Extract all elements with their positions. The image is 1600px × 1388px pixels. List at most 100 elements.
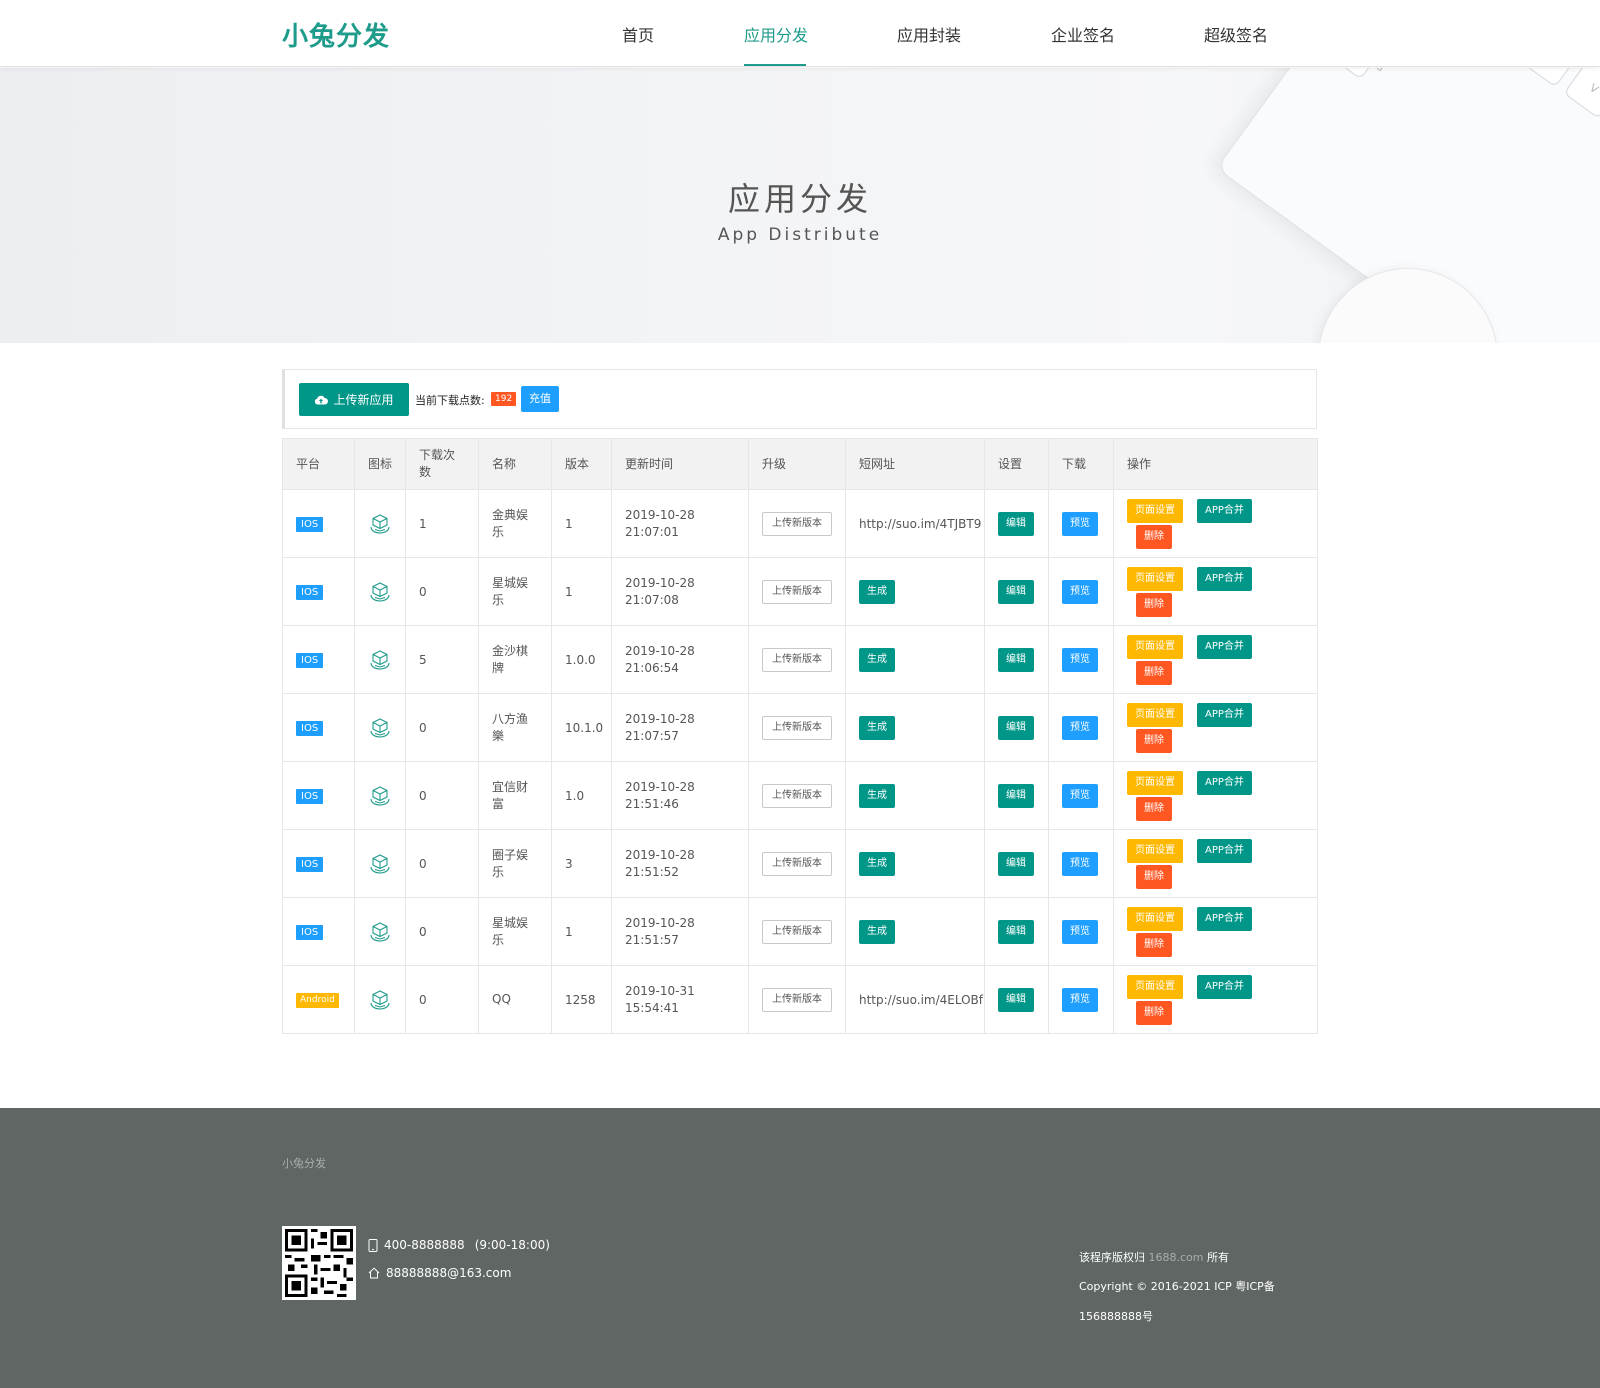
- edit-button[interactable]: 编辑: [998, 987, 1034, 1012]
- icon-cell: [354, 897, 406, 966]
- delete-button[interactable]: 删除: [1136, 1000, 1172, 1025]
- contact-phone: 400-8888888 (9:00-18:00): [368, 1238, 550, 1252]
- app-merge-button[interactable]: APP合并: [1197, 906, 1252, 931]
- edit-button[interactable]: 编辑: [998, 511, 1034, 536]
- actions-group: 页面设置 APP合并 删除: [1127, 831, 1317, 897]
- app-version: 3: [551, 829, 612, 898]
- edit-button[interactable]: 编辑: [998, 579, 1034, 604]
- app-version: 1.0: [551, 761, 612, 830]
- upload-new-version-button[interactable]: 上传新版本: [762, 919, 832, 944]
- contact-email: 88888888@163.com: [368, 1266, 511, 1280]
- edit-button[interactable]: 编辑: [998, 647, 1034, 672]
- upload-new-version-button[interactable]: 上传新版本: [762, 511, 832, 536]
- recharge-button[interactable]: 充值: [521, 386, 559, 412]
- page-settings-button[interactable]: 页面设置: [1127, 498, 1183, 523]
- page-settings-button[interactable]: 页面设置: [1127, 634, 1183, 659]
- footer-brand: 小兔分发: [282, 1157, 326, 1170]
- settings-cell: 编辑: [984, 693, 1049, 762]
- platform-badge: IOS: [296, 788, 324, 804]
- short-url-cell: 生成: [845, 829, 985, 898]
- nav-super-sign[interactable]: 超级签名: [1204, 22, 1268, 46]
- preview-button[interactable]: 预览: [1062, 715, 1098, 740]
- key-v: V: [1563, 68, 1600, 120]
- delete-button[interactable]: 删除: [1136, 796, 1172, 821]
- short-url-cell: 生成: [845, 897, 985, 966]
- download-cell: 预览: [1048, 625, 1114, 694]
- copyright-line-1: 该程序版权归 1688.com 所有: [1079, 1249, 1229, 1265]
- app-version: 1258: [551, 965, 612, 1034]
- nav-app-distribute[interactable]: 应用分发: [744, 22, 808, 46]
- page-settings-button[interactable]: 页面设置: [1127, 566, 1183, 591]
- upload-new-version-button[interactable]: 上传新版本: [762, 851, 832, 876]
- preview-button[interactable]: 预览: [1062, 851, 1098, 876]
- upload-new-version-button[interactable]: 上传新版本: [762, 579, 832, 604]
- edit-button[interactable]: 编辑: [998, 783, 1034, 808]
- upload-new-version-button[interactable]: 上传新版本: [762, 715, 832, 740]
- page-settings-button[interactable]: 页面设置: [1127, 906, 1183, 931]
- upload-app-button[interactable]: 上传新应用: [299, 383, 409, 416]
- qr-code: [282, 1226, 356, 1300]
- nav-app-package[interactable]: 应用封装: [897, 22, 961, 46]
- edit-button[interactable]: 编辑: [998, 851, 1034, 876]
- generate-button[interactable]: 生成: [859, 579, 895, 604]
- home-icon: [368, 1267, 380, 1279]
- app-version: 1.0.0: [551, 625, 612, 694]
- generate-button[interactable]: 生成: [859, 715, 895, 740]
- table-row: IOS 0 宜信财富 1.0 2019-10-28 21:51:46 上传新版本 生成 编辑 预览…: [282, 761, 1318, 830]
- app-package-icon: [370, 581, 390, 602]
- email-address[interactable]: 88888888@163.com: [386, 1266, 511, 1280]
- download-cell: 预览: [1048, 897, 1114, 966]
- nav-home[interactable]: 首页: [622, 22, 654, 46]
- upgrade-cell: 上传新版本: [748, 489, 846, 558]
- page-settings-button[interactable]: 页面设置: [1127, 838, 1183, 863]
- download-cell: 预览: [1048, 489, 1114, 558]
- app-merge-button[interactable]: APP合并: [1197, 770, 1252, 795]
- copyright-domain[interactable]: 1688.com: [1149, 1251, 1204, 1264]
- app-merge-button[interactable]: APP合并: [1197, 566, 1252, 591]
- app-merge-button[interactable]: APP合并: [1197, 634, 1252, 659]
- page-settings-button[interactable]: 页面设置: [1127, 770, 1183, 795]
- preview-button[interactable]: 预览: [1062, 987, 1098, 1012]
- upload-new-version-button[interactable]: 上传新版本: [762, 783, 832, 808]
- app-merge-button[interactable]: APP合并: [1197, 838, 1252, 863]
- header-version: 版本: [551, 438, 612, 490]
- app-name: 宜信财富: [478, 761, 552, 830]
- page-settings-button[interactable]: 页面设置: [1127, 974, 1183, 999]
- platform-cell: IOS: [282, 557, 355, 626]
- upload-new-version-button[interactable]: 上传新版本: [762, 987, 832, 1012]
- app-merge-button[interactable]: APP合并: [1197, 974, 1252, 999]
- update-time: 2019-10-31 15:54:41: [611, 965, 749, 1034]
- site-logo[interactable]: 小兔分发: [282, 16, 390, 53]
- generate-button[interactable]: 生成: [859, 647, 895, 672]
- app-merge-button[interactable]: APP合并: [1197, 498, 1252, 523]
- edit-button[interactable]: 编辑: [998, 715, 1034, 740]
- delete-button[interactable]: 删除: [1136, 728, 1172, 753]
- generate-button[interactable]: 生成: [859, 783, 895, 808]
- app-merge-button[interactable]: APP合并: [1197, 702, 1252, 727]
- generate-button[interactable]: 生成: [859, 851, 895, 876]
- platform-badge: Android: [296, 993, 339, 1008]
- preview-button[interactable]: 预览: [1062, 511, 1098, 536]
- preview-button[interactable]: 预览: [1062, 647, 1098, 672]
- delete-button[interactable]: 删除: [1136, 932, 1172, 957]
- download-count: 1: [405, 489, 479, 558]
- delete-button[interactable]: 删除: [1136, 592, 1172, 617]
- preview-button[interactable]: 预览: [1062, 783, 1098, 808]
- generate-button[interactable]: 生成: [859, 919, 895, 944]
- service-hours: (9:00-18:00): [474, 1238, 550, 1252]
- nav-enterprise-sign[interactable]: 企业签名: [1051, 22, 1115, 46]
- app-version: 10.1.0: [551, 693, 612, 762]
- copyright-owner-suffix: 所有: [1206, 1251, 1229, 1264]
- edit-button[interactable]: 编辑: [998, 919, 1034, 944]
- platform-cell: IOS: [282, 489, 355, 558]
- delete-button[interactable]: 删除: [1136, 660, 1172, 685]
- preview-button[interactable]: 预览: [1062, 919, 1098, 944]
- delete-button[interactable]: 删除: [1136, 524, 1172, 549]
- delete-button[interactable]: 删除: [1136, 864, 1172, 889]
- short-url[interactable]: http://suo.im/4ELOBf: [845, 965, 985, 1034]
- upload-new-version-button[interactable]: 上传新版本: [762, 647, 832, 672]
- page-settings-button[interactable]: 页面设置: [1127, 702, 1183, 727]
- short-url[interactable]: http://suo.im/4TJBT9: [845, 489, 985, 558]
- update-time: 2019-10-28 21:07:08: [611, 557, 749, 626]
- preview-button[interactable]: 预览: [1062, 579, 1098, 604]
